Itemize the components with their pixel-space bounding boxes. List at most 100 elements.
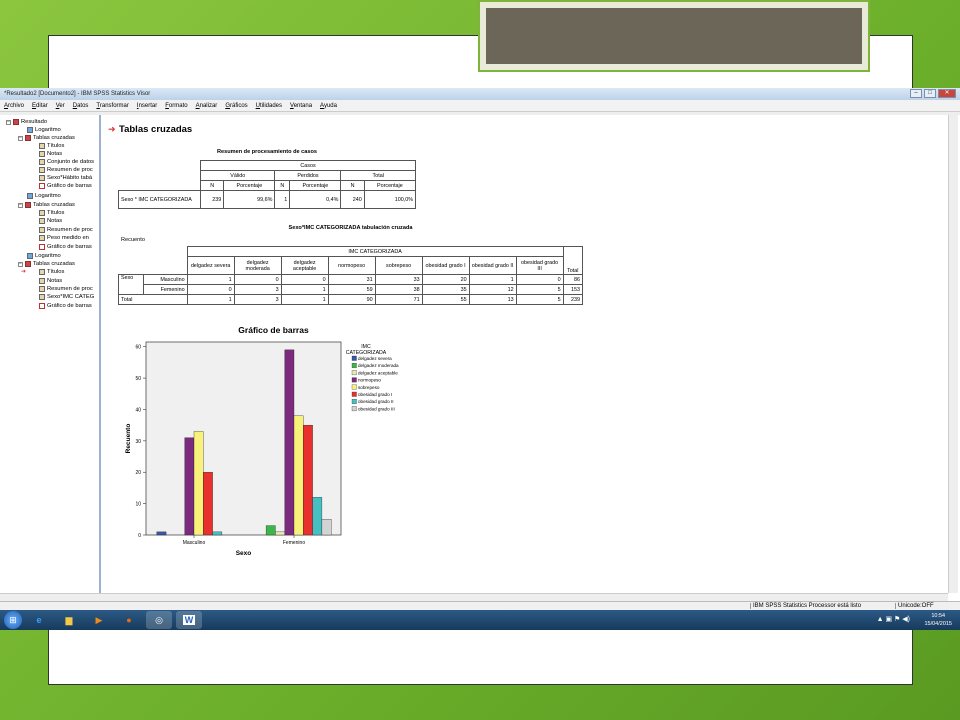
- legend-label: sobrepeso: [358, 385, 380, 390]
- tree-item[interactable]: Peso medido en: [30, 234, 89, 242]
- book-icon: [25, 202, 31, 208]
- folder-icon: ▆: [65, 614, 73, 625]
- tree-item[interactable]: Títulos: [30, 268, 64, 276]
- taskbar-ie[interactable]: e: [26, 611, 52, 629]
- tree-item[interactable]: Notas: [30, 217, 62, 225]
- menu-archivo[interactable]: Archivo: [0, 103, 28, 109]
- tree-item[interactable]: − Tablas cruzadas: [18, 201, 75, 209]
- tree-item[interactable]: − Tablas cruzadas: [18, 260, 75, 268]
- tree-item[interactable]: Sexo*Hábito tabá: [30, 174, 92, 182]
- crosstab-title: Sexo*IMC CATEGORIZADA tabulación cruzada: [288, 225, 413, 231]
- clock-time: 10:54: [931, 613, 946, 619]
- clock-date: 15/04/2015: [924, 621, 952, 627]
- crosstab-cell: 5: [515, 294, 564, 305]
- taskbar-spss[interactable]: ◎: [146, 611, 172, 629]
- tree-item[interactable]: Resumen de proc: [30, 285, 93, 293]
- tree-item[interactable]: Gráfico de barras: [30, 302, 92, 310]
- taskbar-word[interactable]: W: [176, 611, 202, 629]
- tree-item[interactable]: Resumen de proc: [30, 166, 93, 174]
- menu-ventana[interactable]: Ventana: [286, 103, 316, 109]
- tree-item[interactable]: Resumen de proc: [30, 226, 93, 234]
- menu-graficos[interactable]: Gráficos: [221, 103, 251, 109]
- summary-col-header: N: [340, 180, 365, 191]
- tree-item[interactable]: Títulos: [30, 142, 64, 150]
- crosstab-cell: 0: [515, 274, 564, 285]
- chart-icon: [39, 303, 45, 309]
- maximize-button[interactable]: □: [924, 89, 936, 98]
- legend-swatch: [351, 370, 357, 376]
- crosstab-col-header: obesidad grado II: [468, 256, 517, 275]
- summary-table-title: Resumen de procesamiento de casos: [216, 149, 318, 155]
- menu-transformar[interactable]: Transformar: [92, 103, 132, 109]
- status-bar: IBM SPSS Statistics Processor está listo…: [0, 601, 960, 610]
- table-icon: [39, 151, 45, 157]
- title-bar: *Resultado2 [Documento2] - IBM SPSS Stat…: [0, 88, 960, 100]
- taskbar-explorer[interactable]: ▆: [56, 611, 82, 629]
- tree-item[interactable]: Logaritmo: [18, 192, 61, 200]
- bar-normopeso: [284, 349, 295, 536]
- menu-utilidades[interactable]: Utilidades: [252, 103, 286, 109]
- crosstab-cell: 0: [280, 274, 329, 285]
- menu-analizar[interactable]: Analizar: [192, 103, 222, 109]
- spss-icon: ◎: [155, 614, 163, 625]
- chart-title: Gráfico de barras: [238, 325, 309, 335]
- log-icon: [27, 127, 33, 133]
- crosstab-sexo-label: Sexo: [117, 274, 145, 295]
- tree-item[interactable]: Conjunto de datos: [30, 158, 94, 166]
- legend-label: obesidad grado II: [358, 399, 394, 404]
- menu-ver[interactable]: Ver: [52, 103, 69, 109]
- y-tick-label: 10: [135, 502, 141, 508]
- start-button[interactable]: ⊞: [4, 611, 22, 629]
- menu-datos[interactable]: Datos: [69, 103, 93, 109]
- status-unicode: Unicode:OFF: [895, 603, 934, 609]
- collapse-toggle-icon[interactable]: −: [6, 119, 11, 125]
- collapse-toggle-icon[interactable]: −: [18, 261, 23, 267]
- horizontal-scrollbar[interactable]: [0, 593, 948, 601]
- tree-item-label: Sexo*IMC CATEG: [47, 294, 95, 300]
- tree-item[interactable]: Notas: [30, 150, 62, 158]
- close-button[interactable]: ✕: [938, 89, 956, 98]
- menu-formato[interactable]: Formato: [161, 103, 191, 109]
- system-tray-icons[interactable]: ▲ ▣ ⚑ ◀): [877, 615, 910, 623]
- crosstab-col-header: normopeso: [327, 256, 376, 275]
- menu-insertar[interactable]: Insertar: [133, 103, 161, 109]
- chart-icon: [39, 244, 45, 250]
- crosstab-cell: 71: [374, 294, 423, 305]
- table-icon: [39, 269, 45, 275]
- menu-editar[interactable]: Editar: [28, 103, 52, 109]
- tree-item[interactable]: Gráfico de barras: [30, 182, 92, 190]
- bar-obesidad-grado-ii: [212, 531, 223, 536]
- crosstab-cell: 35: [421, 284, 470, 295]
- tree-item-label: Sexo*Hábito tabá: [47, 175, 93, 181]
- crosstab-cell: 3: [233, 284, 282, 295]
- taskbar-media[interactable]: ▶: [86, 611, 112, 629]
- tree-item-label: Resumen de proc: [47, 286, 93, 292]
- collapse-toggle-icon[interactable]: −: [18, 202, 23, 208]
- tree-item[interactable]: Gráfico de barras: [30, 243, 92, 251]
- bar-obesidad-grado-i: [303, 424, 313, 536]
- media-player-icon: ▶: [95, 614, 103, 625]
- legend-swatch: [351, 391, 357, 397]
- taskbar-firefox[interactable]: ●: [116, 611, 142, 629]
- vertical-scrollbar[interactable]: [948, 115, 958, 593]
- tree-item[interactable]: Logaritmo: [18, 252, 61, 260]
- crosstab-cell: 12: [468, 284, 517, 295]
- crosstab-col-header: delgadez severa: [186, 256, 235, 275]
- table-icon: [39, 227, 45, 233]
- bar-sobrepeso: [193, 431, 204, 536]
- minimize-button[interactable]: –: [910, 89, 922, 98]
- crosstab-cell: 0: [186, 284, 235, 295]
- tree-item[interactable]: − Resultado: [6, 118, 47, 126]
- tree-item[interactable]: Sexo*IMC CATEG: [30, 293, 94, 301]
- menu-ayuda[interactable]: Ayuda: [316, 103, 341, 109]
- taskbar-clock[interactable]: 10:54 15/04/2015: [924, 612, 952, 628]
- tree-item-label: Logaritmo: [35, 127, 61, 133]
- summary-group-header: Total: [340, 170, 416, 181]
- tree-item[interactable]: Títulos: [30, 209, 64, 217]
- collapse-toggle-icon[interactable]: −: [18, 135, 23, 141]
- summary-row-label: Sexo * IMC CATEGORIZADA: [118, 190, 201, 209]
- tree-item[interactable]: Notas: [30, 277, 62, 285]
- tree-item[interactable]: Logaritmo: [18, 126, 61, 134]
- y-axis-label: Recuento: [125, 424, 132, 454]
- tree-item[interactable]: − Tablas cruzadas: [18, 134, 75, 142]
